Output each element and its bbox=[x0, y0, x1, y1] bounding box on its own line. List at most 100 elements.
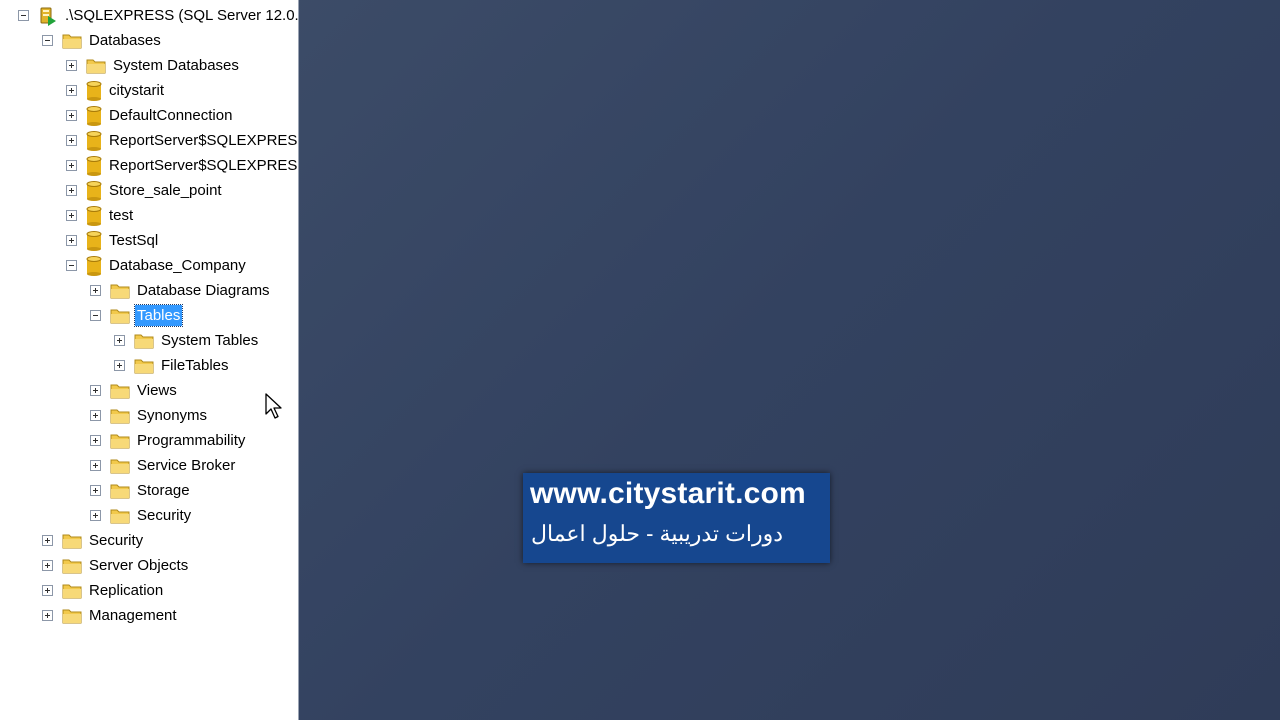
expand-toggle[interactable] bbox=[90, 435, 101, 446]
watermark-banner: www.citystarit.com دورات تدريبية - حلول … bbox=[523, 473, 830, 563]
folder-icon bbox=[62, 32, 82, 50]
server-objects-label: Server Objects bbox=[89, 557, 189, 574]
database-icon bbox=[86, 230, 102, 251]
tree-node-system-databases[interactable]: System Databases bbox=[66, 53, 241, 78]
folder-icon bbox=[134, 357, 154, 375]
views-label: Views bbox=[137, 382, 177, 399]
database-icon bbox=[86, 205, 102, 226]
collapse-toggle[interactable] bbox=[90, 310, 101, 321]
folder-icon bbox=[110, 457, 130, 475]
tree-node-db-reportserver[interactable]: ReportServer$SQLEXPRESS bbox=[66, 128, 299, 153]
db-label: Store_sale_point bbox=[109, 182, 222, 199]
programmability-label: Programmability bbox=[137, 432, 246, 449]
tree-node-replication[interactable]: Replication bbox=[42, 578, 165, 603]
folder-icon bbox=[86, 57, 106, 75]
expand-toggle[interactable] bbox=[42, 535, 53, 546]
db-label: ReportServer$SQLEXPRESS bbox=[109, 132, 299, 149]
tree-node-file-tables[interactable]: FileTables bbox=[114, 353, 231, 378]
databases-label: Databases bbox=[89, 32, 161, 49]
database-icon bbox=[86, 255, 102, 276]
folder-icon bbox=[62, 582, 82, 600]
expand-toggle[interactable] bbox=[66, 85, 77, 96]
replication-label: Replication bbox=[89, 582, 164, 599]
tree-node-server-objects[interactable]: Server Objects bbox=[42, 553, 190, 578]
server-label: .\SQLEXPRESS (SQL Server 12.0.2000 bbox=[65, 7, 299, 24]
collapse-toggle[interactable] bbox=[66, 260, 77, 271]
expand-toggle[interactable] bbox=[42, 560, 53, 571]
tree-node-db-security[interactable]: Security bbox=[90, 503, 193, 528]
expand-toggle[interactable] bbox=[66, 110, 77, 121]
expand-toggle[interactable] bbox=[66, 60, 77, 71]
storage-label: Storage bbox=[137, 482, 190, 499]
db-security-label: Security bbox=[137, 507, 192, 524]
tree-node-views[interactable]: Views bbox=[90, 378, 179, 403]
tree-node-storage[interactable]: Storage bbox=[90, 478, 192, 503]
tree-node-databases[interactable]: Databases bbox=[42, 28, 163, 53]
expand-toggle[interactable] bbox=[90, 385, 101, 396]
expand-toggle[interactable] bbox=[42, 585, 53, 596]
expand-toggle[interactable] bbox=[66, 160, 77, 171]
expand-toggle[interactable] bbox=[114, 335, 125, 346]
tree-node-db-reportserver-temp[interactable]: ReportServer$SQLEXPRESSTe bbox=[66, 153, 298, 178]
tree-node-system-tables[interactable]: System Tables bbox=[114, 328, 260, 353]
db-label: test bbox=[109, 207, 134, 224]
folder-icon bbox=[110, 482, 130, 500]
expand-toggle[interactable] bbox=[90, 485, 101, 496]
mouse-cursor-icon bbox=[265, 393, 283, 426]
db-label: ReportServer$SQLEXPRESSTe bbox=[109, 157, 298, 174]
folder-icon bbox=[134, 332, 154, 350]
object-explorer-tree[interactable]: .\SQLEXPRESS (SQL Server 12.0.2000 Datab… bbox=[8, 0, 299, 720]
expand-toggle[interactable] bbox=[90, 285, 101, 296]
synonyms-label: Synonyms bbox=[137, 407, 208, 424]
security-label: Security bbox=[89, 532, 144, 549]
database-icon bbox=[86, 155, 102, 176]
folder-icon bbox=[110, 432, 130, 450]
tree-node-database-diagrams[interactable]: Database Diagrams bbox=[90, 278, 272, 303]
tree-node-db-test[interactable]: test bbox=[66, 203, 135, 228]
database-icon bbox=[86, 105, 102, 126]
expand-toggle[interactable] bbox=[114, 360, 125, 371]
desktop: .\SQLEXPRESS (SQL Server 12.0.2000 Datab… bbox=[0, 0, 1280, 720]
expand-toggle[interactable] bbox=[90, 510, 101, 521]
folder-icon bbox=[62, 557, 82, 575]
tree-node-security[interactable]: Security bbox=[42, 528, 145, 553]
collapse-toggle[interactable] bbox=[18, 10, 29, 21]
tree-node-db-defaultconnection[interactable]: DefaultConnection bbox=[66, 103, 234, 128]
tree-node-synonyms[interactable]: Synonyms bbox=[90, 403, 209, 428]
tree-node-service-broker[interactable]: Service Broker bbox=[90, 453, 237, 478]
expand-toggle[interactable] bbox=[66, 185, 77, 196]
tree-node-server[interactable]: .\SQLEXPRESS (SQL Server 12.0.2000 bbox=[18, 3, 299, 28]
database-icon bbox=[86, 130, 102, 151]
folder-icon bbox=[62, 607, 82, 625]
db-label: Database_Company bbox=[109, 257, 246, 274]
db-label: TestSql bbox=[109, 232, 159, 249]
folder-icon bbox=[62, 532, 82, 550]
watermark-url: www.citystarit.com bbox=[530, 477, 806, 510]
folder-icon bbox=[110, 507, 130, 525]
expand-toggle[interactable] bbox=[66, 235, 77, 246]
database-icon bbox=[86, 180, 102, 201]
file-tables-label: FileTables bbox=[161, 357, 229, 374]
tree-node-db-citystarit[interactable]: citystarit bbox=[66, 78, 166, 103]
expand-toggle[interactable] bbox=[90, 460, 101, 471]
tree-node-db-database-company[interactable]: Database_Company bbox=[66, 253, 248, 278]
expand-toggle[interactable] bbox=[66, 135, 77, 146]
database-diagrams-label: Database Diagrams bbox=[137, 282, 270, 299]
expand-toggle[interactable] bbox=[66, 210, 77, 221]
expand-toggle[interactable] bbox=[42, 610, 53, 621]
tree-node-programmability[interactable]: Programmability bbox=[90, 428, 247, 453]
system-databases-label: System Databases bbox=[113, 57, 239, 74]
tree-node-management[interactable]: Management bbox=[42, 603, 179, 628]
collapse-toggle[interactable] bbox=[42, 35, 53, 46]
left-strip bbox=[0, 0, 8, 720]
folder-icon bbox=[110, 407, 130, 425]
watermark-subtitle: دورات تدريبية - حلول اعمال bbox=[531, 521, 784, 546]
management-label: Management bbox=[89, 607, 177, 624]
tree-node-tables[interactable]: Tables bbox=[90, 303, 184, 328]
tree-node-db-store-sale-point[interactable]: Store_sale_point bbox=[66, 178, 224, 203]
folder-icon bbox=[110, 307, 130, 325]
expand-toggle[interactable] bbox=[90, 410, 101, 421]
server-icon bbox=[38, 6, 58, 26]
tree-node-db-testsql[interactable]: TestSql bbox=[66, 228, 160, 253]
tables-label-selected: Tables bbox=[133, 304, 184, 327]
